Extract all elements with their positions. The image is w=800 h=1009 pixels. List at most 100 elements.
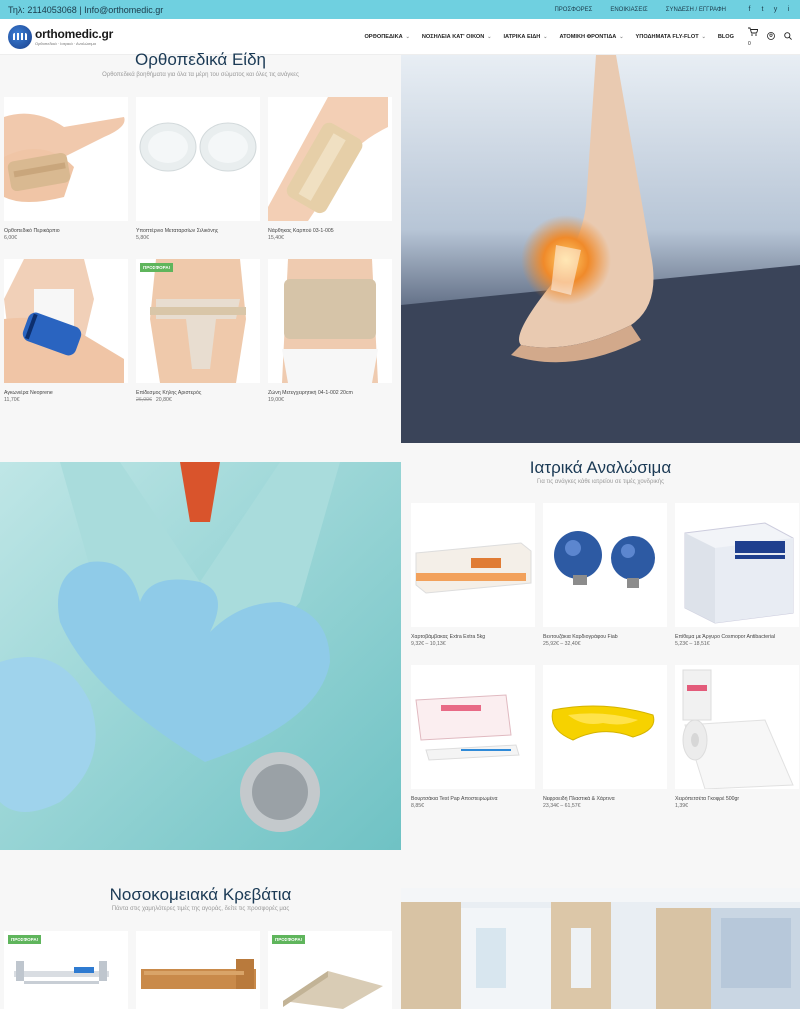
top-links: ΠΡΟΣΦΟΡΕΣ ΕΝΟΙΚΙΑΣΕΙΣ ΣΥΝΔΕΣΗ / ΕΓΓΡΑΦΗ xyxy=(554,7,726,13)
product-name[interactable]: Ορθοπεδικό Περικάρπιο xyxy=(4,228,128,234)
product-image[interactable]: ΠΡΟΣΦΟΡΑ! xyxy=(136,259,260,383)
product-image[interactable] xyxy=(543,665,667,789)
chevron-down-icon: ⌄ xyxy=(619,33,624,40)
orthopedic-title: Ορθοπεδικά Είδη xyxy=(135,50,266,69)
login-register-link[interactable]: ΣΥΝΔΕΣΗ / ΕΓΓΡΑΦΗ xyxy=(666,7,726,13)
product-image[interactable] xyxy=(411,503,535,627)
main-nav: ΟΡΘΟΠΕΔΙΚΑ ⌄ ΝΟΣΗΛΕΙΑ ΚΑΤ' ΟΙΚΟΝ ⌄ ΙΑΤΡΙΚΑ… xyxy=(364,34,734,40)
product-name[interactable]: Επίδεσμος Κήλης Αριστερός xyxy=(136,390,260,396)
consumables-title: Ιατρικά Αναλώσιμα xyxy=(529,458,672,477)
beds-subtitle: Πάντα στις χαμηλότερες τιμές της αγοράς,… xyxy=(111,906,290,912)
product-image[interactable] xyxy=(4,97,128,221)
product-price: 5,80€ xyxy=(136,235,149,241)
gloves-heart-hero-image xyxy=(0,462,401,850)
product-card[interactable]: Ζώνη Μετεγχειρητική 04-1-002 20cm 19,00€ xyxy=(268,259,392,403)
facebook-icon[interactable]: f xyxy=(746,6,753,13)
consumables-subtitle: Για τις ανάγκες κάθε ιατρείου σε τιμές χ… xyxy=(537,479,664,485)
logo-tagline: Ορθοπεδικά · Ιατρικά · Αναλώσιμα xyxy=(35,41,96,46)
product-card[interactable]: Βεντουζάκια Καρδιογράφου Fiab 25,92€ – 3… xyxy=(543,503,667,647)
logo-icon xyxy=(8,24,32,49)
product-image[interactable] xyxy=(675,503,799,627)
product-price: 25,92€ – 32,40€ xyxy=(543,641,581,647)
instagram-icon[interactable]: i xyxy=(785,6,792,13)
product-price: 1,39€ xyxy=(675,803,688,809)
product-card[interactable]: ΠΡΟΣΦΟΡΑ! xyxy=(268,931,392,1009)
product-image[interactable] xyxy=(136,931,260,1009)
beds-title: Νοσοκομειακά Κρεβάτια xyxy=(109,885,292,904)
product-card[interactable]: Βουρτσάκια Test Pap Αποστειρωμένα 8,85€ xyxy=(411,665,535,809)
product-price: 11,70€ xyxy=(4,397,20,403)
product-card[interactable]: Χαρτοβάμβακας Extra Extra 5kg 9,32€ – 10… xyxy=(411,503,535,647)
product-image[interactable]: ΠΡΟΣΦΟΡΑ! xyxy=(4,931,128,1009)
product-card[interactable]: Χειρόπετσέτα Γκοφρέ 500gr 1,39€ xyxy=(675,665,799,809)
product-image[interactable] xyxy=(136,97,260,221)
product-card[interactable]: Ορθοπεδικό Περικάρπιο 6,00€ xyxy=(4,97,128,241)
product-card[interactable]: ΠΡΟΣΦΟΡΑ! Επίδεσμος Κήλης Αριστερός 26,0… xyxy=(136,259,260,403)
sale-badge: ΠΡΟΣΦΟΡΑ! xyxy=(272,935,306,944)
product-card[interactable]: ΠΡΟΣΦΟΡΑ! xyxy=(4,931,128,1009)
product-name[interactable]: Υποπτέρνιο Μεταταρσίων Σιλικόνης xyxy=(136,228,260,234)
offers-link[interactable]: ΠΡΟΣΦΟΡΕΣ xyxy=(554,7,592,13)
nav-item-home-care[interactable]: ΝΟΣΗΛΕΙΑ ΚΑΤ' ΟΙΚΟΝ ⌄ xyxy=(422,34,492,40)
chevron-down-icon: ⌄ xyxy=(405,33,410,40)
account-icon[interactable] xyxy=(767,31,775,42)
cart-icon[interactable]: 0 xyxy=(748,27,759,47)
product-image[interactable]: ΠΡΟΣΦΟΡΑ! xyxy=(268,931,392,1009)
product-price: 19,00€ xyxy=(268,397,284,403)
product-image[interactable] xyxy=(411,665,535,789)
nav-item-blog[interactable]: BLOG xyxy=(718,34,734,40)
product-card[interactable]: Επίθεμα με Άργυρο Cosmopor Antibacterial… xyxy=(675,503,799,647)
product-name[interactable]: Χειρόπετσέτα Γκοφρέ 500gr xyxy=(675,796,799,802)
product-name[interactable]: Νάρθηκας Καρπού 03-1-005 xyxy=(268,228,392,234)
product-card[interactable]: Νεφροειδή Πλαστικά & Χάρτινα 23,34€ – 61… xyxy=(543,665,667,809)
product-image[interactable] xyxy=(268,259,392,383)
product-price: 15,40€ xyxy=(268,235,284,241)
old-price: 26,00€ xyxy=(136,397,152,403)
product-name[interactable]: Βουρτσάκια Test Pap Αποστειρωμένα xyxy=(411,796,535,802)
product-price: 26,00€ 20,80€ xyxy=(136,397,260,403)
product-price: 8,85€ xyxy=(411,803,424,809)
product-name[interactable]: Επίθεμα με Άργυρο Cosmopor Antibacterial xyxy=(675,634,799,640)
product-name[interactable]: Βεντουζάκια Καρδιογράφου Fiab xyxy=(543,634,667,640)
sale-badge: ΠΡΟΣΦΟΡΑ! xyxy=(140,263,174,272)
product-name[interactable]: Χαρτοβάμβακας Extra Extra 5kg xyxy=(411,634,535,640)
sale-price: 20,80€ xyxy=(155,397,172,403)
product-name[interactable]: Νεφροειδή Πλαστικά & Χάρτινα xyxy=(543,796,667,802)
nav-item-personal-care[interactable]: ΑΤΟΜΙΚΗ ΦΡΟΝΤΙΔΑ ⌄ xyxy=(560,34,624,40)
nav-item-orthopedic[interactable]: ΟΡΘΟΠΕΔΙΚΑ ⌄ xyxy=(364,34,409,40)
product-image[interactable] xyxy=(4,259,128,383)
product-card[interactable]: Υποπτέρνιο Μεταταρσίων Σιλικόνης 5,80€ xyxy=(136,97,260,241)
youtube-icon[interactable]: y xyxy=(772,6,779,13)
site-logo[interactable]: orthomedic.gr Ορθοπεδικά · Ιατρικά · Ανα… xyxy=(8,24,364,49)
chevron-down-icon: ⌄ xyxy=(487,33,492,40)
nav-item-shoes[interactable]: ΥΠΟΔΗΜΑΤΑ FLY-FLOT ⌄ xyxy=(636,34,706,40)
product-card[interactable]: Αγκωνιέρα Neoprene 11,70€ xyxy=(4,259,128,403)
product-name[interactable]: Ζώνη Μετεγχειρητική 04-1-002 20cm xyxy=(268,390,392,396)
logo-name: orthomedic.gr xyxy=(35,27,114,41)
nav-item-medical[interactable]: ΙΑΤΡΙΚΑ ΕΙΔΗ ⌄ xyxy=(503,34,547,40)
product-image[interactable] xyxy=(268,97,392,221)
product-price: 9,32€ – 10,13€ xyxy=(411,641,446,647)
top-bar: Τηλ: 2114053068 | Info@orthomedic.gr ΠΡΟ… xyxy=(0,0,800,19)
product-image[interactable] xyxy=(543,503,667,627)
contact-info[interactable]: Τηλ: 2114053068 | Info@orthomedic.gr xyxy=(8,5,554,15)
product-name[interactable]: Αγκωνιέρα Neoprene xyxy=(4,390,128,396)
product-price: 23,34€ – 61,57€ xyxy=(543,803,581,809)
product-image[interactable] xyxy=(675,665,799,789)
chevron-down-icon: ⌄ xyxy=(701,33,706,40)
social-icons: f t y i xyxy=(746,6,792,13)
header-icons: 0 xyxy=(748,27,792,47)
sale-badge: ΠΡΟΣΦΟΡΑ! xyxy=(8,935,42,944)
search-icon[interactable] xyxy=(784,31,792,42)
running-foot-hero-image xyxy=(401,55,800,443)
orthopedic-subtitle: Ορθοπεδικά βοηθήματα για όλα τα μέρη του… xyxy=(102,72,299,78)
twitter-icon[interactable]: t xyxy=(759,6,766,13)
rentals-link[interactable]: ΕΝΟΙΚΙΑΣΕΙΣ xyxy=(610,7,647,13)
chevron-down-icon: ⌄ xyxy=(543,33,548,40)
product-price: 5,23€ – 18,51€ xyxy=(675,641,710,647)
product-price: 6,00€ xyxy=(4,235,17,241)
cart-count: 0 xyxy=(748,40,751,47)
product-card[interactable] xyxy=(136,931,260,1009)
product-card[interactable]: Νάρθηκας Καρπού 03-1-005 15,40€ xyxy=(268,97,392,241)
hospital-room-hero-image xyxy=(401,888,800,1009)
